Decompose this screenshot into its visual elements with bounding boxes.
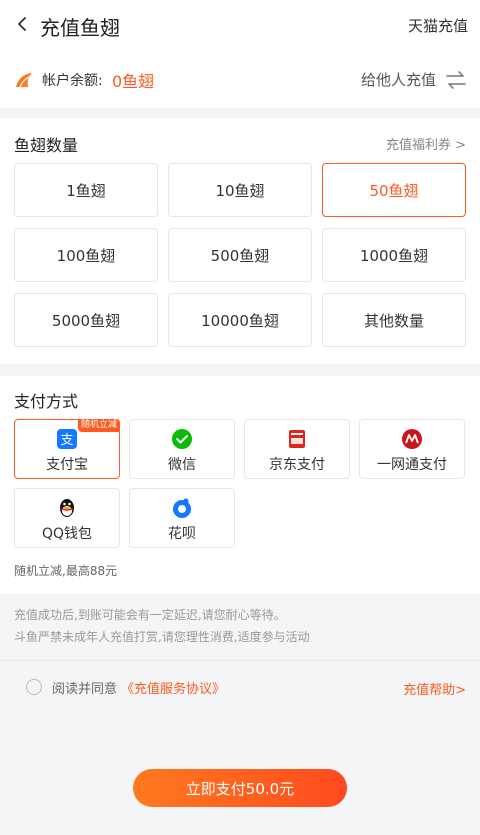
tmall-recharge-link[interactable]: 天猫充值 [408, 15, 468, 36]
top-bar: 充值鱼翅 天猫充值 [0, 0, 480, 52]
random-discount-note: 随机立减,最高88元 [14, 564, 118, 578]
recharge-notes: 充值成功后,到账可能会有一定延迟,请您耐心等待。 斗鱼严禁未成年人充值打赏,请您… [14, 604, 310, 648]
payment-qq-wallet[interactable]: QQ钱包 [14, 488, 120, 548]
payment-label: 微信 [168, 457, 196, 473]
amount-option-100[interactable]: 100鱼翅 [14, 228, 158, 282]
jdpay-icon [289, 430, 305, 448]
cmb-icon [402, 429, 422, 449]
payment-title: 支付方式 [14, 392, 79, 411]
balance-value: 0鱼翅 [112, 72, 155, 91]
amount-option-other[interactable]: 其他数量 [322, 293, 466, 347]
svg-text:支: 支 [60, 433, 73, 448]
balance-label: 帐户余额: [42, 73, 103, 89]
service-agreement-link[interactable]: 《充值服务协议》 [121, 678, 225, 697]
alipay-icon: 支 [57, 429, 77, 449]
agree-text: 阅读并同意 [52, 681, 118, 697]
agreement-row: 阅读并同意 《充值服务协议》 [26, 678, 225, 697]
amount-option-5000[interactable]: 5000鱼翅 [14, 293, 158, 347]
account-bar: 帐户余额: 0鱼翅 给他人充值 [0, 52, 480, 108]
divider [0, 660, 480, 661]
payment-jdpay[interactable]: 京东支付 [244, 419, 350, 479]
chevron-left-icon [18, 17, 26, 31]
back-button[interactable] [8, 10, 36, 38]
payment-wechat[interactable]: 微信 [129, 419, 235, 479]
page-title: 充值鱼翅 [40, 16, 120, 40]
amount-option-1[interactable]: 1鱼翅 [14, 163, 158, 217]
payment-alipay[interactable]: 随机立减 支 支付宝 [14, 419, 120, 479]
recharge-help-link[interactable]: 充值帮助> [403, 679, 466, 698]
amount-option-1000[interactable]: 1000鱼翅 [322, 228, 466, 282]
amount-option-10000[interactable]: 10000鱼翅 [168, 293, 312, 347]
payment-label: 京东支付 [269, 457, 325, 473]
huabei-icon [173, 498, 191, 518]
payment-section: 支付方式 随机立减 支 支付宝 微信 京东支付 一网通支付 QQ钱包 花呗 随机… [0, 376, 480, 594]
swap-icon[interactable] [444, 68, 468, 92]
random-discount-badge: 随机立减 [77, 419, 120, 432]
pay-now-button[interactable]: 立即支付50.0元 [133, 769, 347, 807]
payment-label: 支付宝 [46, 457, 88, 473]
welfare-coupon-link[interactable]: 充值福利券 > [386, 134, 466, 153]
notes-line: 充值成功后,到账可能会有一定延迟,请您耐心等待。 [14, 608, 286, 622]
payment-label: 一网通支付 [377, 457, 447, 473]
notes-line: 斗鱼严禁未成年人充值打赏,请您理性消费,适度参与活动 [14, 630, 310, 644]
amount-option-50[interactable]: 50鱼翅 [322, 163, 466, 217]
wechat-icon [172, 429, 192, 449]
payment-label: QQ钱包 [41, 526, 93, 542]
fin-icon [16, 73, 32, 88]
amount-option-500[interactable]: 500鱼翅 [168, 228, 312, 282]
qq-penguin-icon [60, 499, 74, 517]
payment-cmb[interactable]: 一网通支付 [359, 419, 465, 479]
payment-label: 花呗 [168, 526, 196, 542]
payment-huabei[interactable]: 花呗 [129, 488, 235, 548]
agree-checkbox[interactable] [26, 679, 42, 695]
fin-amount-section: 鱼翅数量 充值福利券 > 1鱼翅 10鱼翅 50鱼翅 100鱼翅 500鱼翅 1… [0, 118, 480, 364]
fin-amount-title: 鱼翅数量 [14, 136, 79, 155]
gift-recharge-link[interactable]: 给他人充值 [361, 69, 436, 90]
amount-option-10[interactable]: 10鱼翅 [168, 163, 312, 217]
